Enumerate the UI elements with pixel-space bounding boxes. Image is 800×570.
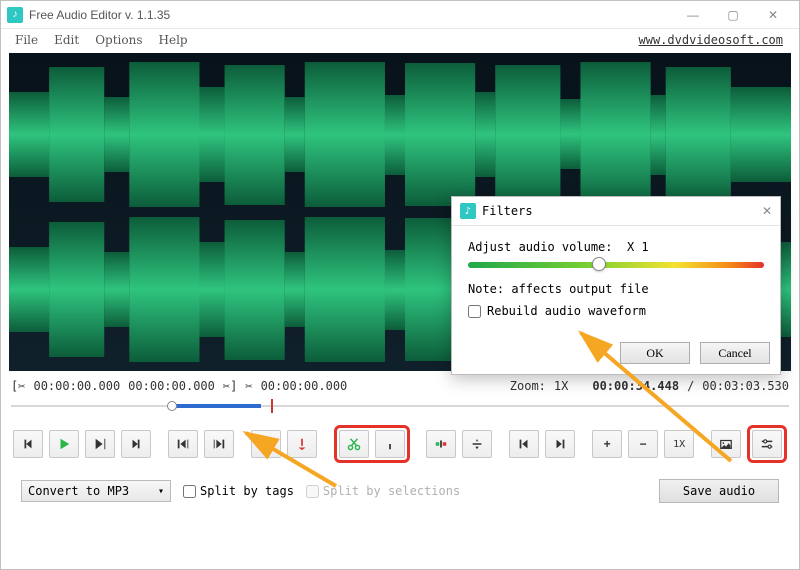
rebuild-waveform-input[interactable] [468,305,481,318]
site-link[interactable]: www.dvdvideosoft.com [639,33,784,47]
delete-marker-button[interactable] [462,430,492,458]
title-bar: ♪ Free Audio Editor v. 1.1.35 — ▢ ✕ [1,1,799,29]
save-audio-button[interactable]: Save audio [659,479,779,503]
set-out-button[interactable] [545,430,575,458]
next-button[interactable] [121,430,151,458]
scissors-icon: ✂ [245,379,252,393]
app-icon: ♪ [7,7,23,23]
filters-button[interactable] [752,430,782,458]
filters-dialog: ♪ Filters ✕ Adjust audio volume: X 1 Not… [451,196,781,375]
play-button[interactable] [49,430,79,458]
play-selection-button[interactable] [85,430,115,458]
skip-forward-button[interactable] [204,430,234,458]
waveform-channel-left [9,57,791,212]
close-button[interactable]: ✕ [753,3,793,27]
menu-help[interactable]: Help [151,31,196,49]
menu-options[interactable]: Options [87,31,150,49]
duration-time: 00:03:03.530 [702,379,789,393]
skip-back-button[interactable] [168,430,198,458]
zoom-label: Zoom: [510,379,546,393]
split-by-tags-input[interactable] [183,485,196,498]
app-title: Free Audio Editor v. 1.1.35 [29,8,673,22]
seek-bar[interactable] [11,397,789,415]
pause-button[interactable] [251,430,281,458]
zoom-out-button[interactable]: − [628,430,658,458]
minimize-button[interactable]: — [673,3,713,27]
maximize-button[interactable]: ▢ [713,3,753,27]
set-in-button[interactable] [509,430,539,458]
filters-button-highlight [747,425,787,463]
cut-secondary-button[interactable] [375,430,405,458]
zoom-value: 1X [554,379,568,393]
filters-ok-button[interactable]: OK [620,342,690,364]
menu-edit[interactable]: Edit [46,31,87,49]
convert-format-label: Convert to MP3 [28,484,129,498]
volume-slider[interactable] [468,262,764,268]
tags-button[interactable] [711,430,741,458]
chevron-down-icon: ▾ [158,486,164,497]
bottom-bar: Convert to MP3 ▾ Split by tags Split by … [1,467,799,515]
filters-cancel-button[interactable]: Cancel [700,342,770,364]
filters-note: Note: affects output file [468,282,764,296]
selection-end: 00:00:00.000 [128,379,215,393]
scissors-icon: ✂ [18,379,25,393]
split-by-selections-input [306,485,319,498]
filters-close-button[interactable]: ✕ [762,204,772,219]
adjust-volume-label: Adjust audio volume: [468,240,613,254]
toolbar: + − 1X [1,421,799,467]
marker-add-button[interactable] [287,430,317,458]
cut-group-highlight [334,425,410,463]
rebuild-waveform-checkbox[interactable]: Rebuild audio waveform [468,304,764,318]
zoom-in-button[interactable]: + [592,430,622,458]
zoom-reset-button[interactable]: 1X [664,430,694,458]
selection-start: 00:00:00.000 [33,379,120,393]
trim-button[interactable] [426,430,456,458]
split-by-tags-checkbox[interactable]: Split by tags [183,484,294,498]
filters-dialog-title: Filters [482,204,533,218]
menu-file[interactable]: File [7,31,46,49]
cursor-time: 00:00:00.000 [261,379,348,393]
split-by-selections-checkbox: Split by selections [306,484,460,498]
cut-button[interactable] [339,430,369,458]
convert-format-combo[interactable]: Convert to MP3 ▾ [21,480,171,502]
volume-slider-thumb[interactable] [592,257,606,271]
time-status-row: [✂ 00:00:00.000 00:00:00.000 ✂] ✂ 00:00:… [1,375,799,395]
prev-button[interactable] [13,430,43,458]
scissors-icon: ✂ [223,379,230,393]
position-time: 00:00:34.448 [592,379,679,393]
filters-dialog-icon: ♪ [460,203,476,219]
menu-bar: File Edit Options Help www.dvdvideosoft.… [1,29,799,51]
time-separator: / [687,379,694,393]
adjust-volume-value: X 1 [627,240,649,254]
